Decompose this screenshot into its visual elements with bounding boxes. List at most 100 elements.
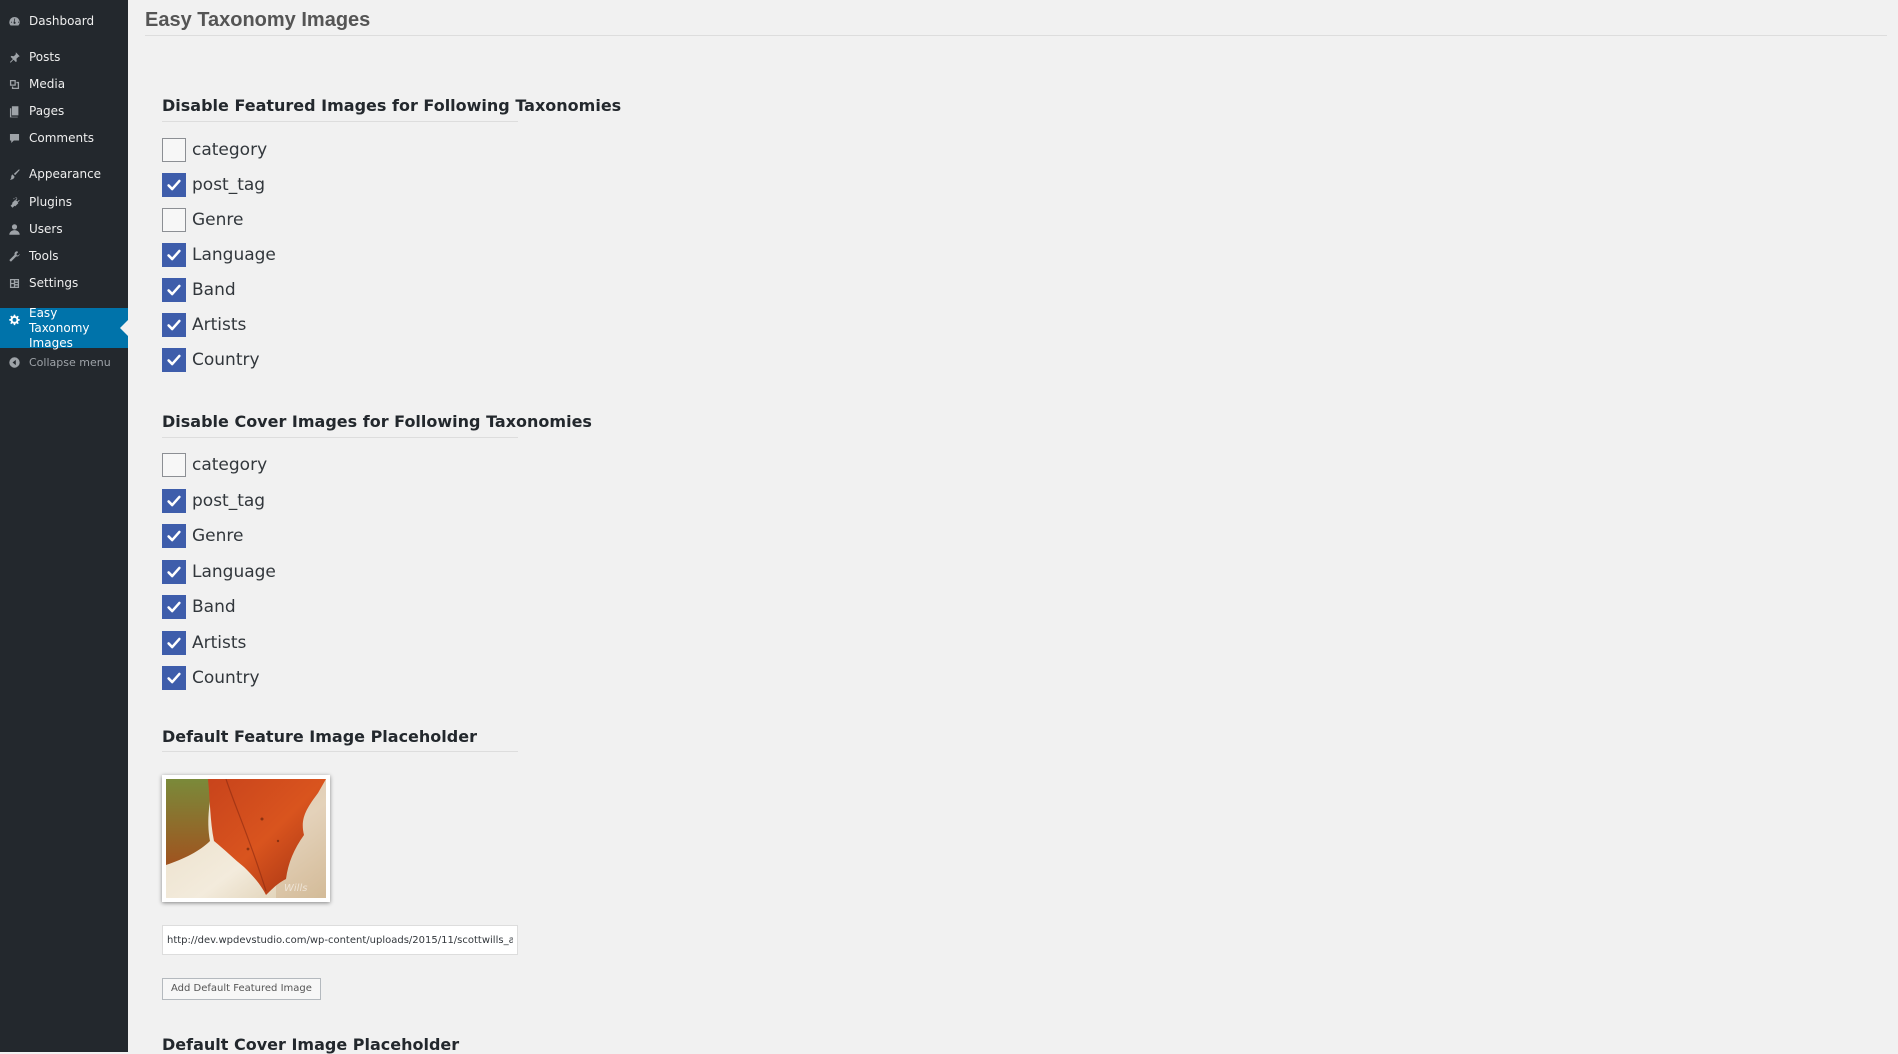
- taxonomy-option: Artists: [162, 629, 246, 657]
- sidebar-item-label: Tools: [29, 249, 59, 263]
- autumn-leaf-image: Wills: [166, 779, 326, 898]
- svg-text:Wills: Wills: [284, 883, 307, 894]
- sidebar-item-label: Appearance: [29, 167, 102, 181]
- taxonomy-label: Band: [192, 597, 236, 617]
- section-divider: [162, 121, 518, 122]
- checkmark-icon: [167, 354, 181, 366]
- taxonomy-label: Artists: [192, 315, 247, 335]
- sidebar-item-label: Comments: [29, 131, 95, 145]
- taxonomy-label: category: [192, 140, 268, 160]
- checkmark-icon: [167, 249, 181, 261]
- taxonomy-option: Band: [162, 276, 236, 304]
- taxonomy-checkbox[interactable]: [162, 208, 186, 232]
- add-default-featured-image-button[interactable]: Add Default Featured Image: [162, 978, 321, 1000]
- taxonomy-checkbox[interactable]: [162, 138, 186, 162]
- taxonomy-checkbox[interactable]: [162, 173, 186, 197]
- page-title: Easy Taxonomy Images: [145, 9, 371, 31]
- sidebar-item-users[interactable]: Users: [0, 219, 128, 239]
- taxonomy-checkbox[interactable]: [162, 559, 186, 584]
- gear-icon: [7, 313, 21, 327]
- sidebar-item-label: Users: [29, 222, 63, 236]
- pages-icon: [7, 104, 21, 118]
- checkmark-icon: [167, 672, 181, 684]
- default-feature-image-preview: Wills: [162, 775, 330, 902]
- checkmark-icon: [167, 495, 181, 506]
- sidebar-item-label: Settings: [29, 276, 79, 290]
- taxonomy-option: Language: [162, 558, 276, 586]
- pushpin-icon: [7, 50, 21, 64]
- checkmark-icon: [167, 179, 181, 191]
- admin-sidebar: Dashboard Posts Media Pages Comments App…: [0, 0, 128, 1052]
- taxonomy-label: Language: [192, 561, 276, 582]
- taxonomy-checkbox[interactable]: [162, 666, 186, 690]
- taxonomy-label: Band: [192, 280, 236, 300]
- section-divider: [162, 437, 518, 438]
- sidebar-item-label: Posts: [29, 50, 61, 64]
- sidebar-item-label: Pages: [29, 104, 65, 118]
- checkmark-icon: [167, 566, 181, 577]
- taxonomy-option: Band: [162, 593, 236, 621]
- taxonomy-label: Language: [192, 245, 276, 265]
- sidebar-item-settings[interactable]: Settings: [0, 273, 128, 293]
- current-item-arrow: [120, 320, 128, 336]
- taxonomy-option: Genre: [162, 522, 243, 550]
- sidebar-item-comments[interactable]: Comments: [0, 128, 128, 148]
- taxonomy-checkbox[interactable]: [162, 313, 186, 337]
- taxonomy-checkbox[interactable]: [162, 488, 186, 513]
- taxonomy-checkbox[interactable]: [162, 348, 186, 372]
- sidebar-item-label: Easy Taxonomy Images: [29, 305, 90, 350]
- taxonomy-label: category: [192, 455, 268, 475]
- taxonomy-checkbox[interactable]: [162, 630, 186, 655]
- taxonomy-checkbox[interactable]: [162, 453, 186, 477]
- checkmark-icon: [167, 601, 181, 613]
- comment-icon: [7, 131, 21, 145]
- settings-icon: [7, 276, 21, 290]
- collapse-icon: [7, 355, 21, 369]
- taxonomy-label: post_tag: [192, 490, 266, 511]
- sidebar-item-pages[interactable]: Pages: [0, 101, 128, 121]
- dashboard-icon: [7, 14, 21, 28]
- user-icon: [7, 222, 21, 236]
- sidebar-item-tools[interactable]: Tools: [0, 246, 128, 266]
- sidebar-item-label: Plugins: [29, 195, 72, 209]
- taxonomy-option: Country: [162, 664, 260, 692]
- taxonomy-option: Country: [162, 346, 260, 374]
- taxonomy-option: Language: [162, 241, 276, 269]
- taxonomy-option: Genre: [162, 206, 243, 234]
- taxonomy-label: post_tag: [192, 175, 266, 195]
- taxonomy-option: post_tag: [162, 171, 265, 199]
- sidebar-item-appearance[interactable]: Appearance: [0, 164, 128, 184]
- cover-section-title: Disable Cover Images for Following Taxon…: [162, 412, 592, 431]
- checkmark-icon: [167, 637, 181, 648]
- sidebar-item-easy-taxonomy-images[interactable]: Easy Taxonomy Images: [0, 305, 128, 350]
- taxonomy-checkbox[interactable]: [162, 595, 186, 619]
- sidebar-item-label: Media: [29, 77, 66, 91]
- taxonomy-checkbox[interactable]: [162, 524, 186, 548]
- sidebar-item-posts[interactable]: Posts: [0, 47, 128, 67]
- taxonomy-option: post_tag: [162, 487, 265, 515]
- sidebar-item-media[interactable]: Media: [0, 74, 128, 94]
- sidebar-item-dashboard[interactable]: Dashboard: [0, 11, 128, 31]
- checkmark-icon: [167, 319, 181, 331]
- default-feature-url-input[interactable]: [162, 925, 518, 955]
- plug-icon: [7, 195, 21, 209]
- taxonomy-option: category: [162, 451, 267, 479]
- checkmark-icon: [167, 530, 181, 542]
- taxonomy-label: Genre: [192, 526, 244, 546]
- taxonomy-label: Country: [192, 350, 260, 370]
- taxonomy-option: category: [162, 136, 267, 164]
- taxonomy-label: Artists: [192, 632, 247, 653]
- taxonomy-checkbox[interactable]: [162, 243, 186, 267]
- taxonomy-label: Country: [192, 668, 260, 688]
- checkmark-icon: [167, 284, 181, 296]
- taxonomy-label: Genre: [192, 210, 244, 230]
- featured-section-title: Disable Featured Images for Following Ta…: [162, 96, 622, 115]
- wrench-icon: [7, 249, 21, 263]
- sidebar-item-plugins[interactable]: Plugins: [0, 192, 128, 212]
- media-icon: [7, 77, 21, 91]
- collapse-menu-button[interactable]: Collapse menu: [0, 353, 128, 371]
- section-divider: [162, 751, 518, 752]
- taxonomy-checkbox[interactable]: [162, 278, 186, 302]
- sidebar-item-label: Dashboard: [29, 14, 95, 28]
- default-feature-title: Default Feature Image Placeholder: [162, 727, 477, 746]
